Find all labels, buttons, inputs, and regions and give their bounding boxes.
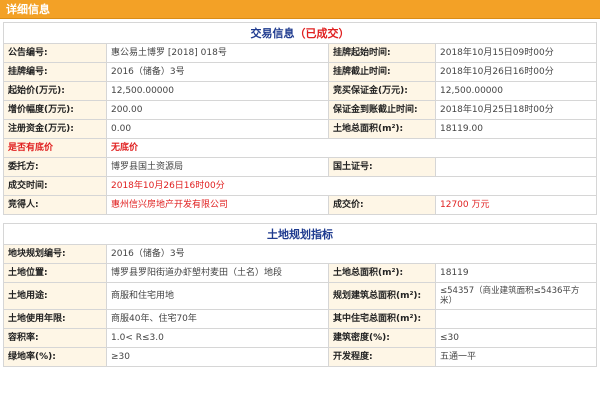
transaction-title: 交易信息 bbox=[250, 26, 295, 40]
use-label: 土地用途: bbox=[3, 282, 107, 310]
green-value: ≥30 bbox=[106, 347, 329, 367]
list-end-value: 2018年10月26日16时00分 bbox=[435, 62, 597, 82]
density-label: 建筑密度(%): bbox=[328, 328, 436, 348]
planning-title: 土地规划指标 bbox=[267, 227, 333, 241]
header-title: 详细信息 bbox=[6, 3, 50, 16]
residential-area-value bbox=[435, 309, 597, 329]
table-row: 地块规划编号: 2016（储备）3号 bbox=[3, 244, 597, 264]
transaction-section-title: 交易信息（已成交） bbox=[3, 22, 597, 44]
deposit-deadline-value: 2018年10月25日18时00分 bbox=[435, 100, 597, 120]
table-row: 容积率: 1.0< R≤3.0 建筑密度(%): ≤30 bbox=[3, 328, 597, 348]
list-no-value: 2016（储备）3号 bbox=[106, 62, 329, 82]
table-row: 起始价(万元): 12,500.00000 竞买保证金(万元): 12,500.… bbox=[3, 81, 597, 101]
build-area-label: 规划建筑总面积(m²): bbox=[328, 282, 436, 310]
green-label: 绿地率(%): bbox=[3, 347, 107, 367]
far-value: 1.0< R≤3.0 bbox=[106, 328, 329, 348]
density-value: ≤30 bbox=[435, 328, 597, 348]
total-area-value: 18119 bbox=[435, 263, 597, 283]
reg-capital-label: 注册资金(万元): bbox=[3, 119, 107, 139]
announce-no-value: 惠公易土博罗 [2018] 018号 bbox=[106, 43, 329, 63]
delegate-label: 委托方: bbox=[3, 157, 107, 177]
deposit-deadline-label: 保证金到账截止时间: bbox=[328, 100, 436, 120]
reg-capital-value: 0.00 bbox=[106, 119, 329, 139]
table-row: 竞得人: 惠州信兴房地产开发有限公司 成交价: 12700 万元 bbox=[3, 195, 597, 215]
reserve-value: 无底价 bbox=[106, 138, 597, 158]
table-row: 公告编号: 惠公易土博罗 [2018] 018号 挂牌起始时间: 2018年10… bbox=[3, 43, 597, 63]
table-row: 是否有底价 无底价 bbox=[3, 138, 597, 158]
dev-value: 五通一平 bbox=[435, 347, 597, 367]
reserve-label: 是否有底价 bbox=[3, 138, 107, 158]
deal-time-value: 2018年10月26日16时00分 bbox=[106, 176, 597, 196]
deal-price-value: 12700 万元 bbox=[435, 195, 597, 215]
list-no-label: 挂牌编号: bbox=[3, 62, 107, 82]
plan-no-label: 地块规划编号: bbox=[3, 244, 107, 264]
delegate-value: 博罗县国土资源局 bbox=[106, 157, 329, 177]
planning-table: 土地规划指标 地块规划编号: 2016（储备）3号 土地位置: 博罗县罗阳街道办… bbox=[3, 223, 597, 367]
increment-label: 增价幅度(万元): bbox=[3, 100, 107, 120]
far-label: 容积率: bbox=[3, 328, 107, 348]
land-area-label: 土地总面积(m²): bbox=[328, 119, 436, 139]
start-price-label: 起始价(万元): bbox=[3, 81, 107, 101]
table-row: 挂牌编号: 2016（储备）3号 挂牌截止时间: 2018年10月26日16时0… bbox=[3, 62, 597, 82]
term-value: 商服40年、住宅70年 bbox=[106, 309, 329, 329]
build-area-value: ≤54357（商业建筑面积≤5436平方米） bbox=[435, 282, 597, 310]
list-start-value: 2018年10月15日09时00分 bbox=[435, 43, 597, 63]
plan-no-value: 2016（储备）3号 bbox=[106, 244, 597, 264]
table-row: 增价幅度(万元): 200.00 保证金到账截止时间: 2018年10月25日1… bbox=[3, 100, 597, 120]
deposit-label: 竞买保证金(万元): bbox=[328, 81, 436, 101]
location-label: 土地位置: bbox=[3, 263, 107, 283]
transaction-table: 交易信息（已成交） 公告编号: 惠公易土博罗 [2018] 018号 挂牌起始时… bbox=[3, 22, 597, 223]
location-value: 博罗县罗阳街道办虾塱村麦田（土名）地段 bbox=[106, 263, 329, 283]
page-header: 详细信息 bbox=[0, 0, 600, 19]
announce-no-label: 公告编号: bbox=[3, 43, 107, 63]
land-cert-label: 国土证号: bbox=[328, 157, 436, 177]
transaction-status: （已成交） bbox=[294, 26, 350, 40]
term-label: 土地使用年限: bbox=[3, 309, 107, 329]
dev-label: 开发程度: bbox=[328, 347, 436, 367]
land-area-value: 18119.00 bbox=[435, 119, 597, 139]
list-end-label: 挂牌截止时间: bbox=[328, 62, 436, 82]
bidder-label: 竞得人: bbox=[3, 195, 107, 215]
bidder-value: 惠州信兴房地产开发有限公司 bbox=[106, 195, 329, 215]
table-row: 土地使用年限: 商服40年、住宅70年 其中住宅总面积(m²): bbox=[3, 309, 597, 329]
table-row: 委托方: 博罗县国土资源局 国土证号: bbox=[3, 157, 597, 177]
deposit-value: 12,500.00000 bbox=[435, 81, 597, 101]
planning-section-title: 土地规划指标 bbox=[3, 223, 597, 245]
use-value: 商服和住宅用地 bbox=[106, 282, 329, 310]
residential-area-label: 其中住宅总面积(m²): bbox=[328, 309, 436, 329]
list-start-label: 挂牌起始时间: bbox=[328, 43, 436, 63]
total-area-label: 土地总面积(m²): bbox=[328, 263, 436, 283]
start-price-value: 12,500.00000 bbox=[106, 81, 329, 101]
detail-content: 交易信息（已成交） 公告编号: 惠公易土博罗 [2018] 018号 挂牌起始时… bbox=[3, 22, 597, 367]
table-row: 土地用途: 商服和住宅用地 规划建筑总面积(m²): ≤54357（商业建筑面积… bbox=[3, 282, 597, 310]
deal-time-label: 成交时间: bbox=[3, 176, 107, 196]
table-row: 注册资金(万元): 0.00 土地总面积(m²): 18119.00 bbox=[3, 119, 597, 139]
increment-value: 200.00 bbox=[106, 100, 329, 120]
table-row: 成交时间: 2018年10月26日16时00分 bbox=[3, 176, 597, 196]
table-row: 土地位置: 博罗县罗阳街道办虾塱村麦田（土名）地段 土地总面积(m²): 181… bbox=[3, 263, 597, 283]
deal-price-label: 成交价: bbox=[328, 195, 436, 215]
land-cert-value bbox=[435, 157, 597, 177]
table-row: 绿地率(%): ≥30 开发程度: 五通一平 bbox=[3, 347, 597, 367]
